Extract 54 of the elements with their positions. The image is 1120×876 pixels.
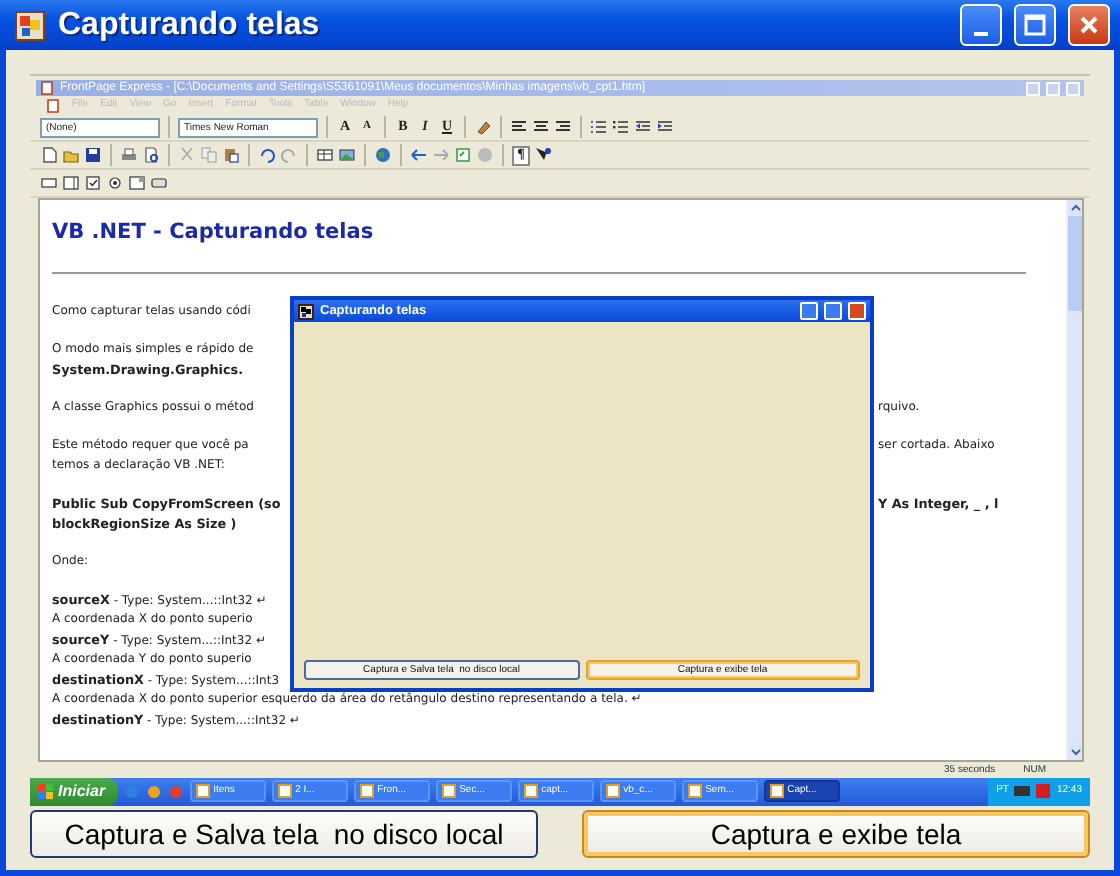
align-right-icon[interactable] (554, 118, 572, 136)
capture-show-button[interactable]: Captura e exibe tela (582, 810, 1090, 858)
scrollbar[interactable] (1066, 200, 1082, 760)
maximize-icon (1022, 12, 1048, 38)
text-area-icon[interactable] (62, 174, 80, 192)
globe-icon[interactable] (374, 146, 392, 164)
numbered-list-icon[interactable] (590, 118, 608, 136)
window-title: Capturando telas (58, 5, 322, 45)
maximize-button[interactable] (1014, 4, 1056, 46)
paste-icon[interactable] (222, 146, 240, 164)
save-icon[interactable] (84, 146, 102, 164)
scroll-down-icon[interactable] (1068, 743, 1084, 760)
indent-icon[interactable] (656, 118, 674, 136)
highlight-icon[interactable] (474, 118, 492, 136)
start-button[interactable]: Iniciar (30, 777, 118, 806)
maximize-button[interactable] (824, 302, 842, 320)
minimize-button[interactable] (800, 302, 818, 320)
keyboard-icon[interactable] (1014, 784, 1031, 799)
window-icon (359, 784, 374, 799)
document-heading: VB .NET - Capturando telas (52, 218, 376, 248)
window-icon (195, 784, 210, 799)
media-icon[interactable] (145, 783, 162, 800)
text-field-icon[interactable] (40, 174, 58, 192)
close-button[interactable] (1068, 4, 1110, 46)
close-button[interactable] (848, 302, 866, 320)
printer-icon[interactable] (120, 146, 138, 164)
align-left-icon[interactable] (510, 118, 528, 136)
window-icon (523, 784, 538, 799)
scroll-up-icon[interactable] (1068, 200, 1084, 216)
window-icon (441, 784, 456, 799)
help-icon[interactable] (534, 146, 552, 164)
app-icon (14, 9, 46, 41)
outdent-icon[interactable] (634, 118, 652, 136)
capture-save-button[interactable]: Captura e Salva tela no disco local (30, 810, 538, 858)
close-icon (1076, 12, 1102, 38)
bullet-list-icon[interactable] (612, 118, 630, 136)
window-icon (687, 784, 702, 799)
minimize-button[interactable] (960, 4, 1002, 46)
image-icon[interactable] (338, 146, 356, 164)
checkbox-icon[interactable] (84, 174, 102, 192)
push-button-icon[interactable] (150, 174, 168, 192)
window-icon (769, 784, 784, 799)
window-icon (277, 784, 292, 799)
table-icon[interactable] (316, 146, 334, 164)
undo-icon[interactable] (258, 146, 276, 164)
align-center-icon[interactable] (532, 118, 550, 136)
minimize-icon (974, 32, 988, 36)
preview-icon[interactable] (142, 146, 160, 164)
dropdown-icon[interactable] (128, 174, 146, 192)
window-icon (605, 784, 620, 799)
windows-logo-icon (38, 783, 54, 800)
back-arrow-icon[interactable] (410, 146, 428, 164)
radio-button-icon[interactable] (106, 174, 124, 192)
new-file-icon[interactable] (40, 146, 58, 164)
